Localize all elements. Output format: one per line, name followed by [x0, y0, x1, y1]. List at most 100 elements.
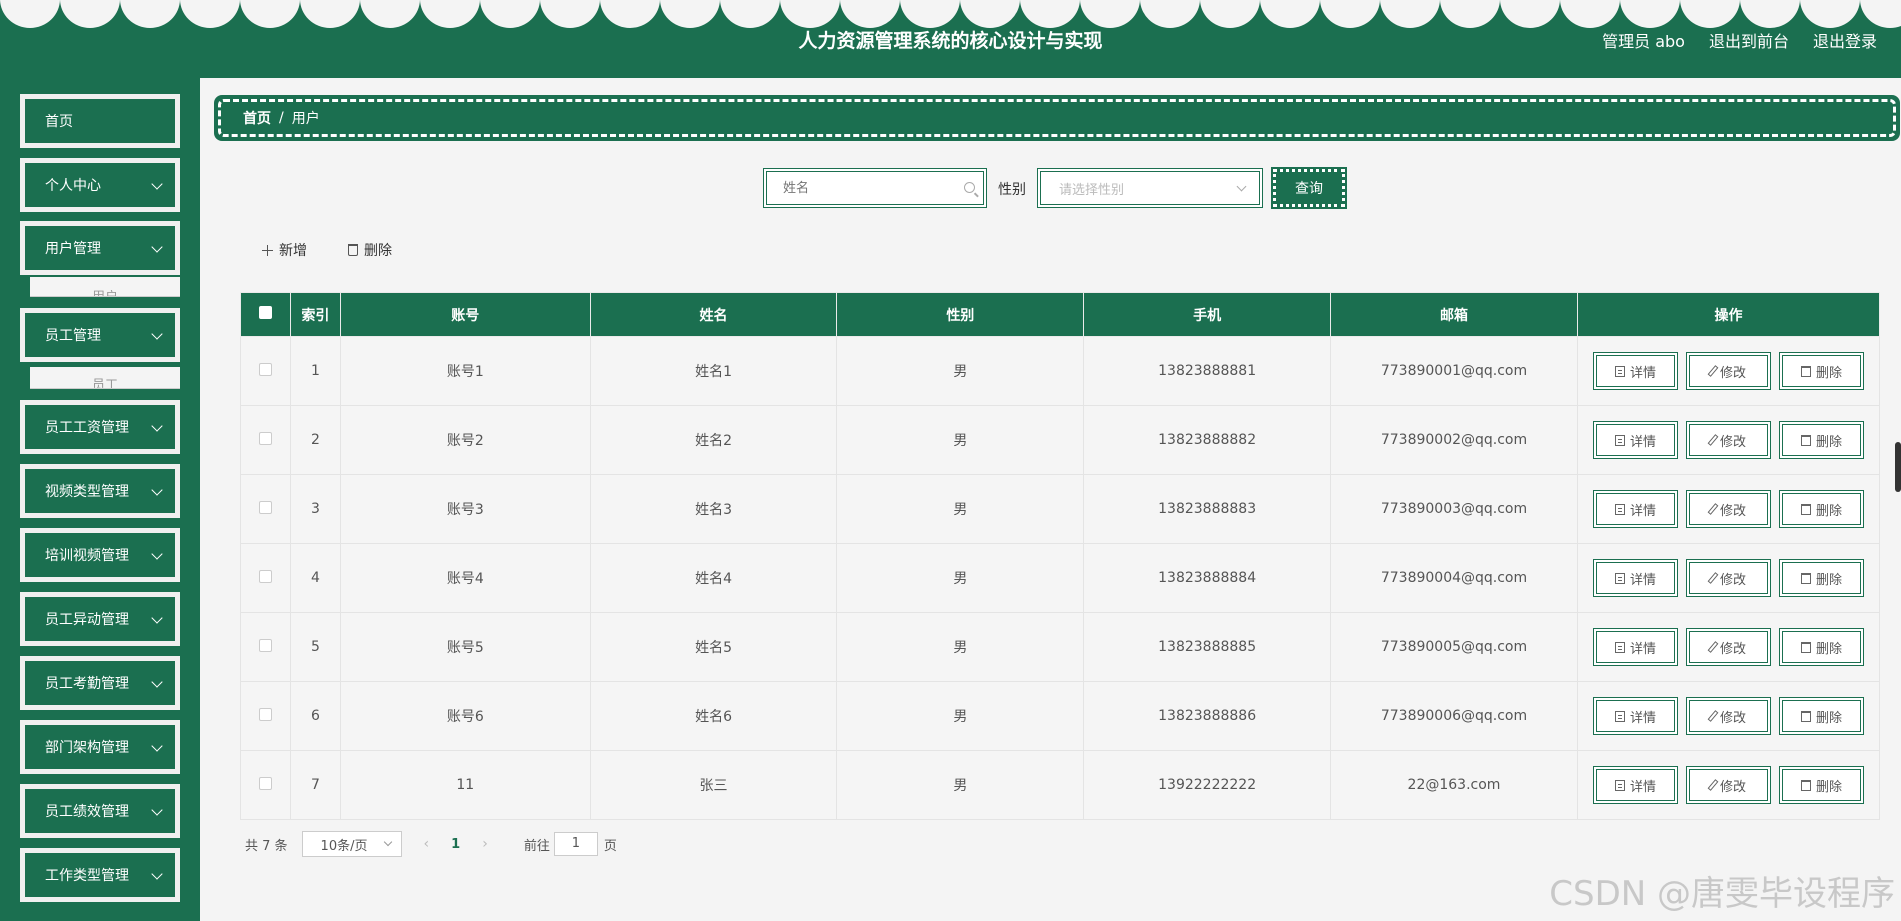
chevron-down-icon — [151, 740, 163, 752]
edit-button[interactable]: 修改 — [1685, 697, 1771, 735]
cell-phone: 13823888885 — [1083, 612, 1332, 682]
current-page-number[interactable]: 1 — [451, 837, 460, 852]
sidebar-item-attendance-management[interactable]: 员工考勤管理 — [20, 656, 180, 710]
delete-button[interactable]: 删除 — [1778, 559, 1864, 597]
scallop-shape — [780, 0, 840, 28]
row-checkbox[interactable] — [258, 776, 272, 790]
edit-button[interactable]: 修改 — [1685, 559, 1771, 597]
row-checkbox[interactable] — [258, 431, 272, 445]
sidebar-item-profile[interactable]: 个人中心 — [20, 158, 180, 212]
row-checkbox[interactable] — [258, 500, 272, 514]
query-button[interactable]: 查询 — [1271, 167, 1347, 209]
gender-select[interactable]: 请选择性别 — [1037, 168, 1263, 208]
detail-button[interactable]: 详情 — [1592, 559, 1678, 597]
table-row: 6 账号6 姓名6 男 13823888886 773890006@qq.com 详情 修改 删… — [240, 681, 1881, 751]
sidebar-item-transfer-management[interactable]: 员工异动管理 — [20, 592, 180, 646]
user-table: 索引 账号 姓名 性别 手机 邮箱 操作 1 账号1 姓名1 男 13823888881… — [240, 292, 1881, 820]
sidebar-item-employee-management[interactable]: 员工管理 — [20, 308, 180, 362]
row-checkbox[interactable] — [258, 362, 272, 376]
scrollbar-thumb[interactable] — [1895, 442, 1901, 492]
sidebar-item-performance-management[interactable]: 员工绩效管理 — [20, 784, 180, 838]
scallop-shape — [1500, 0, 1560, 28]
delete-button[interactable]: 删除 — [1778, 766, 1864, 804]
edit-button[interactable]: 修改 — [1685, 490, 1771, 528]
cell-name: 姓名5 — [589, 612, 838, 682]
scallop-shape — [1560, 0, 1620, 28]
trash-icon — [1800, 641, 1811, 653]
delete-button[interactable]: 删除 — [1778, 697, 1864, 735]
cell-name: 张三 — [589, 750, 838, 820]
sidebar-item-work-type-management[interactable]: 工作类型管理 — [20, 848, 180, 902]
goto-page-input[interactable]: 1 — [553, 832, 598, 856]
batch-delete-button[interactable]: 删除 — [348, 240, 392, 260]
delete-button[interactable]: 删除 — [1778, 490, 1864, 528]
sidebar-item-user-management[interactable]: 用户管理 — [20, 221, 180, 275]
detail-button-label: 详情 — [1629, 572, 1656, 588]
scallop-shape — [480, 0, 540, 28]
detail-button[interactable]: 详情 — [1592, 352, 1678, 390]
select-all-checkbox[interactable] — [258, 306, 272, 319]
cell-index: 7 — [289, 750, 341, 820]
sidebar-item-salary-management[interactable]: 员工工资管理 — [20, 400, 180, 454]
chevron-down-icon — [151, 868, 163, 880]
document-icon — [1614, 503, 1625, 515]
row-operations: 详情 修改 删除 — [1578, 490, 1879, 528]
scallop-shape — [180, 0, 240, 28]
row-checkbox[interactable] — [258, 638, 272, 652]
admin-name[interactable]: 管理员 abo — [1602, 28, 1685, 52]
cell-account: 账号1 — [339, 336, 591, 406]
name-search-field[interactable] — [763, 168, 987, 208]
logout-link[interactable]: 退出登录 — [1813, 28, 1877, 52]
name-search-input[interactable] — [767, 172, 983, 204]
trash-icon — [1800, 365, 1811, 377]
delete-button-label: 删除 — [1815, 365, 1842, 381]
column-header-index: 索引 — [289, 292, 341, 337]
sidebar-item-video-type-management[interactable]: 视频类型管理 — [20, 464, 180, 518]
row-checkbox[interactable] — [258, 569, 272, 583]
row-operations: 详情 修改 删除 — [1578, 352, 1879, 390]
edit-button-label: 修改 — [1719, 434, 1746, 450]
scallop-shape — [240, 0, 300, 28]
cell-gender: 男 — [836, 612, 1085, 682]
detail-button[interactable]: 详情 — [1592, 766, 1678, 804]
sidebar-item-training-video-management[interactable]: 培训视频管理 — [20, 528, 180, 582]
detail-button-label: 详情 — [1629, 641, 1656, 657]
detail-button[interactable]: 详情 — [1592, 490, 1678, 528]
prev-page-button[interactable]: ‹ — [424, 836, 430, 852]
cell-gender: 男 — [836, 681, 1085, 751]
edit-button[interactable]: 修改 — [1685, 766, 1771, 804]
cell-gender: 男 — [836, 543, 1085, 613]
sidebar-item-home[interactable]: 首页 — [20, 94, 180, 148]
chevron-down-icon — [151, 328, 163, 340]
detail-button-label: 详情 — [1629, 779, 1656, 795]
column-header-phone: 手机 — [1083, 292, 1332, 337]
edit-button[interactable]: 修改 — [1685, 352, 1771, 390]
cell-account: 11 — [339, 750, 591, 820]
row-operations: 详情 修改 删除 — [1578, 628, 1879, 666]
delete-button[interactable]: 删除 — [1778, 352, 1864, 390]
row-operations: 详情 修改 删除 — [1578, 697, 1879, 735]
detail-button[interactable]: 详情 — [1592, 628, 1678, 666]
add-button[interactable]: 新增 — [262, 240, 307, 260]
breadcrumb-home[interactable]: 首页 — [243, 108, 271, 128]
gender-select-placeholder: 请选择性别 — [1059, 182, 1125, 198]
detail-button[interactable]: 详情 — [1592, 421, 1678, 459]
cell-email: 773890002@qq.com — [1330, 405, 1578, 475]
chevron-down-icon — [151, 484, 163, 496]
scallop-shape — [1620, 0, 1680, 28]
next-page-button[interactable]: › — [482, 836, 488, 852]
exit-to-front-link[interactable]: 退出到前台 — [1709, 28, 1789, 52]
sidebar-subitem-user[interactable]: 用户 — [30, 277, 180, 297]
sidebar-subitem-label: 用户 — [92, 290, 118, 296]
row-checkbox[interactable] — [258, 707, 272, 721]
edit-button[interactable]: 修改 — [1685, 628, 1771, 666]
sidebar-subitem-employee[interactable]: 员工 — [30, 367, 180, 389]
page-size-select[interactable]: 10条/页 — [301, 831, 402, 857]
delete-button[interactable]: 删除 — [1778, 628, 1864, 666]
chevron-down-icon — [151, 548, 163, 560]
detail-button[interactable]: 详情 — [1592, 697, 1678, 735]
delete-button[interactable]: 删除 — [1778, 421, 1864, 459]
cell-operations: 详情 修改 删除 — [1576, 336, 1881, 406]
edit-button[interactable]: 修改 — [1685, 421, 1771, 459]
sidebar-item-department-management[interactable]: 部门架构管理 — [20, 720, 180, 774]
